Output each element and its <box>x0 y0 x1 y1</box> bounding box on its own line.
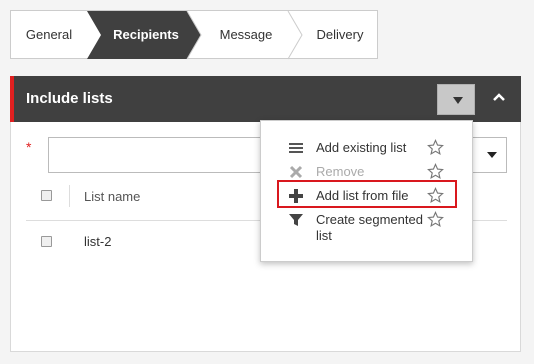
menu-item-create-segmented-list[interactable]: Create segmented list <box>261 209 472 245</box>
star-icon[interactable] <box>427 139 444 156</box>
menu-item-label: Remove <box>316 164 365 179</box>
row-checkbox[interactable] <box>41 236 52 247</box>
step-general[interactable]: General <box>11 11 87 58</box>
required-marker: * <box>26 139 32 155</box>
funnel-icon <box>289 214 303 226</box>
column-header-list-name[interactable]: List name <box>84 189 140 204</box>
step-delivery[interactable]: Delivery <box>302 11 378 58</box>
panel-header: Include lists <box>10 76 521 122</box>
select-all-checkbox[interactable] <box>41 190 52 201</box>
menu-item-label: Create segmented list <box>316 212 426 244</box>
caret-down-icon <box>453 97 463 104</box>
column-divider <box>69 185 70 207</box>
step-message[interactable]: Message <box>201 11 291 58</box>
list-name-cell: list-2 <box>84 234 112 249</box>
star-icon[interactable] <box>427 163 444 180</box>
highlight-box <box>277 180 457 208</box>
step-recipients[interactable]: Recipients <box>101 11 191 58</box>
menu-item-label-line: Create segmented <box>316 212 423 227</box>
panel-dropdown-button[interactable] <box>437 84 475 115</box>
remove-icon <box>289 165 303 179</box>
panel-title: Include lists <box>26 90 113 107</box>
star-icon[interactable] <box>427 211 444 228</box>
menu-item-add-existing-list[interactable]: Add existing list <box>261 137 472 159</box>
menu-item-label-line: list <box>316 228 332 243</box>
chevron-up-icon[interactable] <box>492 92 506 102</box>
list-icon <box>289 143 303 153</box>
menu-item-label: Add existing list <box>316 140 407 155</box>
wizard-steps: General Recipients Message Delivery <box>10 10 378 60</box>
select-caret-icon[interactable] <box>487 152 497 158</box>
